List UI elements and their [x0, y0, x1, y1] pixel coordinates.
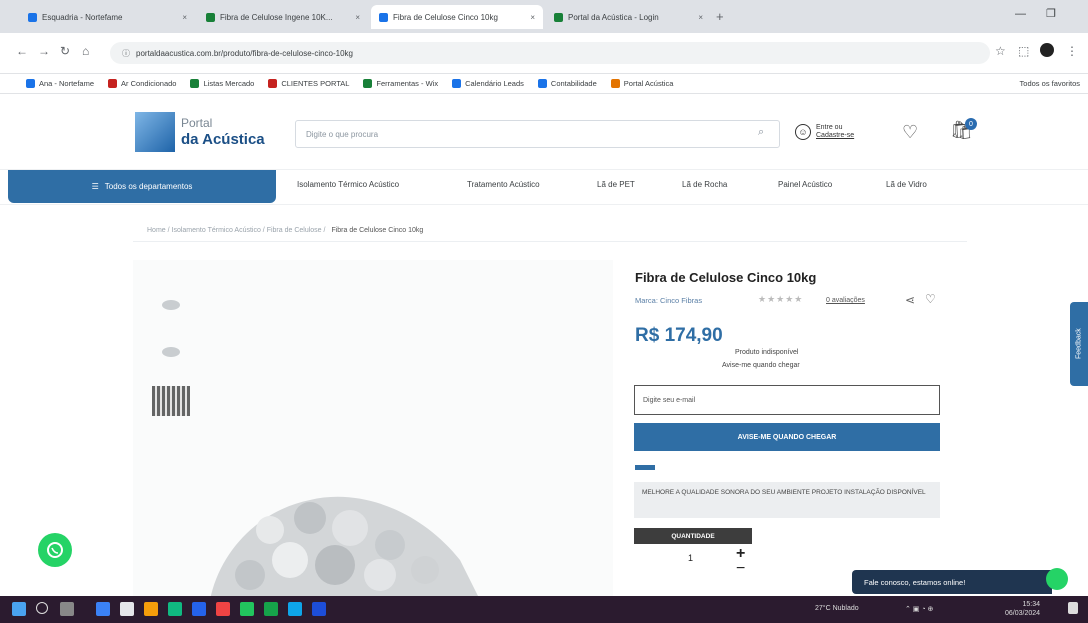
- tab-close-icon[interactable]: ×: [530, 13, 535, 22]
- bookmark-item[interactable]: Ar Condicionado: [108, 79, 176, 88]
- logo-mark[interactable]: [135, 112, 175, 152]
- chat-icon[interactable]: [1046, 568, 1068, 590]
- weather-widget[interactable]: 27°C Nublado: [815, 605, 859, 612]
- home-icon[interactable]: ⌂: [82, 44, 89, 58]
- reviews-link[interactable]: 0 avaliações: [826, 297, 865, 304]
- nav-item[interactable]: Lã de Vidro: [886, 180, 927, 189]
- product-price: R$ 174,90: [635, 325, 723, 346]
- maximize-icon[interactable]: ❐: [1046, 7, 1056, 20]
- availability-status: Produto indisponível: [735, 349, 799, 356]
- bookmark-star-icon[interactable]: ☆: [995, 44, 1006, 58]
- logo-text-bottom: da Acústica: [181, 131, 265, 148]
- product-brand[interactable]: Marca: Cinco Fibras: [635, 296, 702, 305]
- nav-item[interactable]: Tratamento Acústico: [467, 180, 540, 189]
- new-tab-button[interactable]: +: [716, 9, 724, 24]
- forward-icon[interactable]: →: [38, 44, 50, 58]
- bookmarks-bar: Ana - Nortefame Ar Condicionado Listas M…: [0, 74, 1088, 94]
- menu-icon[interactable]: ⋮: [1066, 44, 1078, 58]
- taskbar-app-icon[interactable]: [192, 602, 206, 616]
- tab-close-icon[interactable]: ×: [698, 13, 703, 22]
- product-main-image[interactable]: [200, 470, 480, 600]
- taskbar-app-icon[interactable]: [288, 602, 302, 616]
- breadcrumb-path[interactable]: Home / Isolamento Térmico Acústico / Fib…: [147, 227, 325, 234]
- site-info-icon[interactable]: ⓘ: [122, 48, 130, 59]
- nav-item[interactable]: Isolamento Térmico Acústico: [297, 180, 399, 189]
- logo-text-top: Portal: [181, 116, 213, 130]
- cart-count-badge: 0: [965, 118, 977, 130]
- taskbar-search-icon[interactable]: [36, 602, 48, 614]
- taskbar-app-icon[interactable]: [120, 602, 134, 616]
- notifications-icon[interactable]: [1068, 602, 1078, 614]
- clock[interactable]: 15:34 06/03/2024: [1005, 600, 1040, 618]
- taskbar-app-icon[interactable]: [144, 602, 158, 616]
- browser-tab-active[interactable]: Fibra de Celulose Cinco 10kg ×: [371, 5, 543, 29]
- tab-favicon-icon: [379, 12, 388, 22]
- minimize-icon[interactable]: —: [1015, 8, 1026, 20]
- taskbar-app-icon[interactable]: [96, 602, 110, 616]
- tab-favicon-icon: [206, 12, 215, 22]
- accent-tag: [635, 465, 655, 470]
- rating-stars-icon: ★★★★★: [758, 294, 804, 304]
- back-icon[interactable]: ←: [16, 44, 28, 58]
- availability-note: Avise-me quando chegar: [722, 362, 800, 369]
- product-title: Fibra de Celulose Cinco 10kg: [635, 270, 817, 285]
- breadcrumb: Home / Isolamento Térmico Acústico / Fib…: [133, 220, 967, 242]
- quantity-label: QUANTIDADE: [634, 528, 752, 544]
- nav-item[interactable]: Painel Acústico: [778, 180, 832, 189]
- bookmark-item[interactable]: Listas Mercado: [190, 79, 254, 88]
- product-wishlist-icon[interactable]: ♡: [925, 292, 936, 306]
- task-view-icon[interactable]: [60, 602, 74, 616]
- tab-close-icon[interactable]: ×: [182, 13, 187, 22]
- system-tray-icons[interactable]: ⌃ ▣ ◔ ⊕: [905, 605, 933, 613]
- all-bookmarks[interactable]: Todos os favoritos: [1020, 79, 1080, 88]
- quantity-input[interactable]: 1: [688, 553, 693, 563]
- reload-icon[interactable]: ↻: [60, 44, 70, 58]
- taskbar-app-icon[interactable]: [240, 602, 254, 616]
- bookmark-item[interactable]: Calendário Leads: [452, 79, 524, 88]
- tab-favicon-icon: [554, 12, 563, 22]
- browser-tab[interactable]: Portal da Acústica - Login ×: [546, 5, 711, 29]
- product-thumbnail[interactable]: [152, 290, 190, 320]
- tab-favicon-icon: [28, 12, 37, 22]
- bookmark-item[interactable]: Ferramentas - Wix: [363, 79, 438, 88]
- quantity-decrease-button[interactable]: −: [736, 560, 745, 578]
- user-icon: ☺: [795, 124, 811, 140]
- profile-avatar[interactable]: [1040, 43, 1054, 57]
- feedback-tab[interactable]: Feedback: [1070, 302, 1088, 386]
- extensions-icon[interactable]: ⬚: [1018, 44, 1029, 58]
- product-thumbnail-qr[interactable]: [152, 386, 190, 416]
- account-link[interactable]: ☺ Entre ou Cadastre-se: [795, 124, 854, 140]
- hamburger-icon: ☰: [91, 182, 99, 191]
- notify-me-button[interactable]: AVISE-ME QUANDO CHEGAR: [634, 423, 940, 451]
- search-icon[interactable]: ⌕: [758, 126, 764, 139]
- taskbar-app-icon[interactable]: [312, 602, 326, 616]
- search-input[interactable]: Digite o que procura: [295, 120, 780, 148]
- chat-widget[interactable]: Fale conosco, estamos online!: [852, 570, 1052, 594]
- taskbar-app-icon[interactable]: [264, 602, 278, 616]
- nav-item[interactable]: Lã de PET: [597, 180, 635, 189]
- info-banner: MELHORE A QUALIDADE SONORA DO SEU AMBIEN…: [634, 482, 940, 518]
- browser-tab[interactable]: Fibra de Celulose Ingene 10K... ×: [198, 5, 368, 29]
- bookmark-item[interactable]: Portal Acústica: [610, 79, 673, 88]
- whatsapp-icon[interactable]: [38, 533, 72, 567]
- start-icon[interactable]: [12, 602, 26, 616]
- taskbar-app-icon[interactable]: [168, 602, 182, 616]
- notify-email-input[interactable]: Digite seu e-mail: [634, 385, 940, 415]
- bookmark-item[interactable]: Contabilidade: [537, 79, 597, 88]
- tab-close-icon[interactable]: ×: [355, 13, 360, 22]
- departments-menu-button[interactable]: ☰ Todos os departamentos: [8, 170, 276, 203]
- taskbar-app-icon[interactable]: [216, 602, 230, 616]
- share-icon[interactable]: ⋖: [905, 293, 915, 307]
- nav-item[interactable]: Lã de Rocha: [682, 180, 727, 189]
- browser-tab[interactable]: Esquadria - Nortefame ×: [20, 5, 195, 29]
- bookmark-item[interactable]: Ana - Nortefame: [26, 79, 94, 88]
- wishlist-heart-icon[interactable]: ♡: [902, 122, 918, 143]
- bookmark-item[interactable]: CLIENTES PORTAL: [268, 79, 349, 88]
- breadcrumb-current: Fibra de Celulose Cinco 10kg: [331, 227, 424, 234]
- product-thumbnail[interactable]: [152, 337, 190, 367]
- address-bar[interactable]: ⓘ portaldaacustica.com.br/produto/fibra-…: [110, 42, 990, 64]
